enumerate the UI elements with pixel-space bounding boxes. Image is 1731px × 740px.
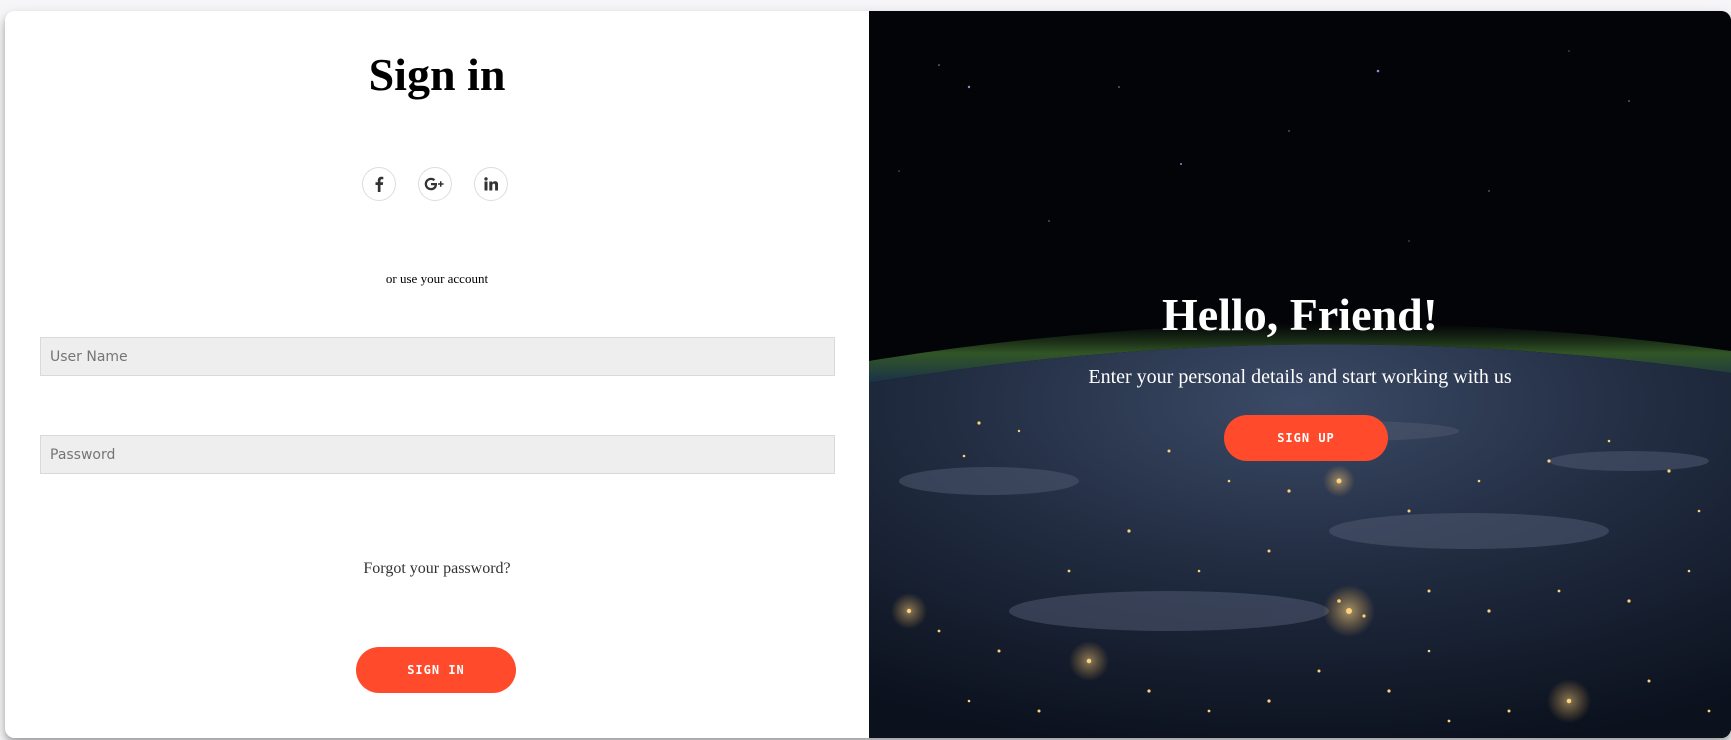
facebook-button[interactable]	[362, 167, 396, 201]
linkedin-icon	[484, 177, 498, 191]
google-plus-button[interactable]	[418, 167, 452, 201]
signin-button[interactable]: SIGN IN	[356, 647, 516, 693]
overlay-panel: Hello, Friend! Enter your personal detai…	[869, 11, 1731, 738]
signin-title: Sign in	[368, 49, 506, 100]
overlay-subtitle: Enter your personal details and start wo…	[1088, 366, 1512, 388]
password-input[interactable]	[40, 435, 835, 474]
google-plus-icon	[424, 177, 444, 191]
linkedin-button[interactable]	[474, 167, 508, 201]
alt-login-hint: or use your account	[385, 271, 489, 286]
forgot-password-link[interactable]: Forgot your password?	[5, 560, 869, 578]
signup-button[interactable]: SIGN UP	[1224, 415, 1388, 461]
signin-panel: Sign in or use your account User Name Fo…	[5, 11, 869, 738]
overlay-title: Hello, Friend!	[1162, 289, 1438, 340]
auth-card: Sign in or use your account User Name Fo…	[5, 11, 1731, 738]
social-login-row	[362, 167, 508, 201]
facebook-icon	[375, 176, 384, 192]
username-input[interactable]	[40, 337, 835, 376]
